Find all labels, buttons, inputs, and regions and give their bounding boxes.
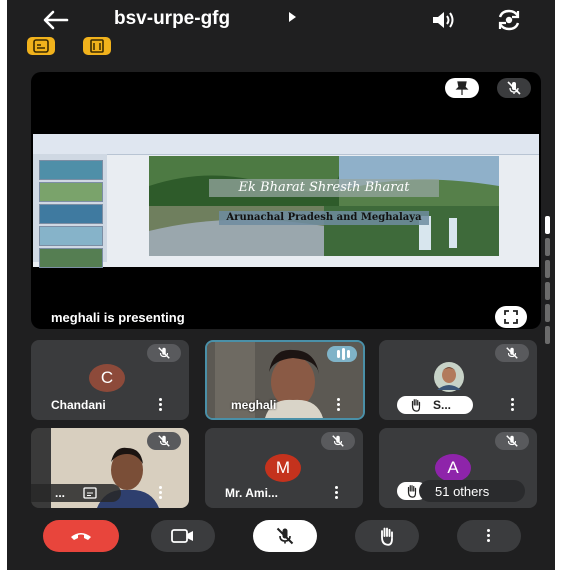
mic-off-icon	[507, 81, 521, 95]
presentation-tile[interactable]: Ek Bharat Shresth Bharat Arunachal Prade…	[31, 72, 541, 329]
mic-off-badge	[147, 344, 181, 362]
slide-title: Ek Bharat Shresth Bharat	[209, 179, 439, 197]
more-vert-icon[interactable]	[159, 486, 163, 501]
name-pill: ...	[31, 484, 121, 502]
hand-raise-icon	[381, 527, 393, 546]
slide-canvas: Ek Bharat Shresth Bharat Arunachal Prade…	[149, 156, 499, 256]
slide-photo-collage	[149, 156, 499, 256]
others-label: 51 others	[435, 484, 490, 499]
avatar: C	[89, 364, 125, 392]
caret-right-icon[interactable]	[289, 12, 296, 22]
more-vert-icon[interactable]	[337, 398, 341, 413]
camera-button[interactable]	[151, 520, 215, 552]
participant-tile-others[interactable]: A 51 others	[379, 428, 537, 508]
others-pill[interactable]: 51 others	[419, 480, 525, 502]
captions-badge-icon	[33, 39, 49, 53]
presentation-icon	[83, 487, 97, 499]
mic-off-badge	[495, 344, 529, 362]
speaking-indicator	[327, 346, 357, 362]
participant-thumbnail	[434, 362, 464, 392]
switch-camera-icon[interactable]	[495, 8, 523, 32]
participant-name: meghali	[231, 398, 277, 412]
mic-off-icon	[506, 347, 518, 359]
scroll-indicator[interactable]	[545, 216, 550, 353]
mic-off-icon	[158, 347, 170, 359]
participant-tile-meghali[interactable]: meghali	[205, 340, 365, 420]
participant-name: Mr. Ami...	[225, 486, 278, 500]
slide-subtitle: Arunachal Pradesh and Meghalaya	[219, 211, 429, 225]
translate-badge-icon	[90, 39, 104, 53]
avatar: M	[265, 454, 301, 482]
shared-slide-screen: Ek Bharat Shresth Bharat Arunachal Prade…	[33, 134, 539, 268]
mic-off-icon	[158, 435, 170, 447]
more-vert-icon[interactable]	[159, 398, 163, 413]
participant-tile-chandani[interactable]: C Chandani	[31, 340, 189, 420]
avatar: A	[435, 454, 471, 482]
hand-raise-icon	[407, 485, 417, 498]
end-call-icon	[71, 533, 91, 540]
slide-thumbnails	[33, 154, 107, 268]
more-vert-icon	[487, 529, 491, 544]
mic-off-icon	[332, 435, 344, 447]
fullscreen-button[interactable]	[495, 306, 527, 328]
mic-off-icon	[506, 435, 518, 447]
translate-badge[interactable]	[83, 37, 111, 55]
end-call-button[interactable]	[43, 520, 119, 552]
mic-off-badge	[321, 432, 355, 450]
more-options-button[interactable]	[457, 520, 521, 552]
meeting-code[interactable]: bsv-urpe-gfg	[114, 8, 230, 30]
more-vert-icon[interactable]	[335, 486, 339, 501]
meet-screen: bsv-urpe-gfg Ek Bharat Shresth Bharat Ar…	[7, 0, 555, 570]
participant-name: ...	[55, 486, 66, 500]
participant-tile-s[interactable]: S...	[379, 340, 537, 420]
top-bar: bsv-urpe-gfg	[7, 0, 555, 40]
hand-raise-icon	[411, 399, 421, 412]
camera-icon	[171, 529, 193, 543]
raise-hand-button[interactable]	[355, 520, 419, 552]
speaker-icon[interactable]	[431, 9, 457, 31]
participant-tile-video[interactable]: ...	[31, 428, 189, 508]
pin-icon	[455, 81, 469, 95]
hand-raised-pill: S...	[397, 396, 473, 414]
more-vert-icon[interactable]	[511, 398, 515, 413]
presenting-label: meghali is presenting	[51, 310, 185, 325]
mic-off-badge	[147, 432, 181, 450]
back-arrow-icon[interactable]	[41, 8, 69, 32]
captions-badge[interactable]	[27, 37, 55, 55]
pin-button[interactable]	[445, 78, 479, 98]
call-controls	[7, 520, 555, 560]
microphone-button[interactable]	[253, 520, 317, 552]
participant-name: S...	[433, 398, 452, 412]
mic-off-icon	[276, 527, 294, 545]
mic-off-badge	[497, 78, 531, 98]
app-ribbon	[33, 134, 539, 155]
mic-off-badge	[495, 432, 529, 450]
participant-name: Chandani	[51, 398, 106, 412]
fullscreen-icon	[504, 310, 518, 324]
participant-tile-mr-ami[interactable]: M Mr. Ami...	[205, 428, 363, 508]
